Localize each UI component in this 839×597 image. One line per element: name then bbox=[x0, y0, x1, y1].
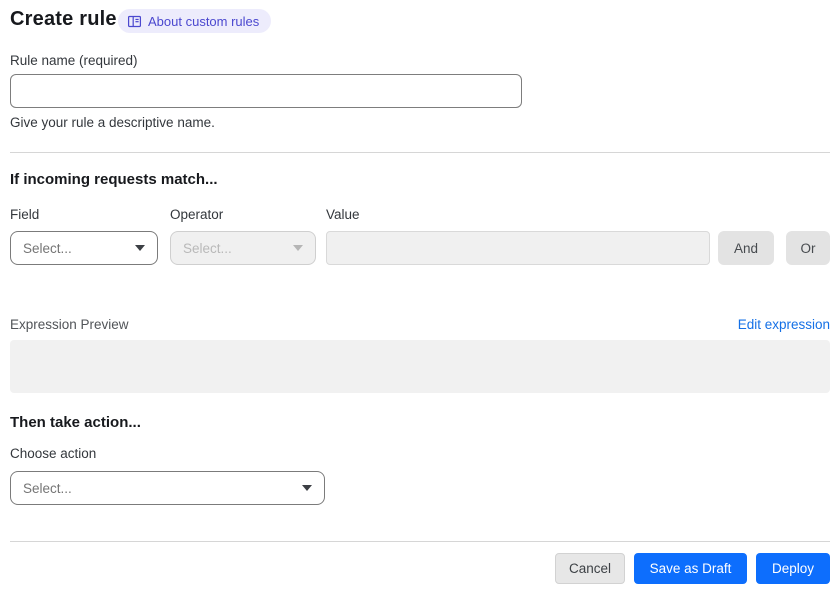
and-button[interactable]: And bbox=[718, 231, 774, 265]
badge-label: About custom rules bbox=[148, 13, 260, 29]
operator-select-value: Select... bbox=[183, 240, 232, 256]
save-as-draft-button[interactable]: Save as Draft bbox=[634, 553, 747, 584]
divider bbox=[10, 152, 830, 153]
action-section-heading: Then take action... bbox=[10, 414, 141, 431]
book-icon bbox=[127, 14, 142, 29]
rule-name-label: Rule name (required) bbox=[10, 53, 138, 68]
chevron-down-icon bbox=[135, 245, 145, 251]
chevron-down-icon bbox=[302, 485, 312, 491]
cancel-button[interactable]: Cancel bbox=[555, 553, 625, 584]
field-select[interactable]: Select... bbox=[10, 231, 158, 265]
choose-action-select-value: Select... bbox=[23, 480, 72, 496]
about-custom-rules-badge[interactable]: About custom rules bbox=[118, 9, 272, 33]
match-section-heading: If incoming requests match... bbox=[10, 171, 218, 188]
value-input[interactable] bbox=[326, 231, 710, 265]
field-select-value: Select... bbox=[23, 240, 72, 256]
chevron-down-icon bbox=[293, 245, 303, 251]
choose-action-label: Choose action bbox=[10, 446, 97, 461]
create-rule-page: Create rule About custom rules Rule name… bbox=[0, 0, 839, 597]
operator-select[interactable]: Select... bbox=[170, 231, 316, 265]
rule-name-helper: Give your rule a descriptive name. bbox=[10, 115, 215, 130]
or-button[interactable]: Or bbox=[786, 231, 830, 265]
edit-expression-link[interactable]: Edit expression bbox=[738, 317, 830, 332]
field-label: Field bbox=[10, 207, 40, 222]
expression-preview-label: Expression Preview bbox=[10, 317, 129, 332]
divider bbox=[10, 541, 830, 542]
value-label: Value bbox=[326, 207, 360, 222]
deploy-button[interactable]: Deploy bbox=[756, 553, 830, 584]
page-title: Create rule bbox=[10, 8, 117, 30]
expression-preview-box bbox=[10, 340, 830, 393]
operator-label: Operator bbox=[170, 207, 224, 222]
choose-action-select[interactable]: Select... bbox=[10, 471, 325, 505]
rule-name-input[interactable] bbox=[10, 74, 522, 108]
